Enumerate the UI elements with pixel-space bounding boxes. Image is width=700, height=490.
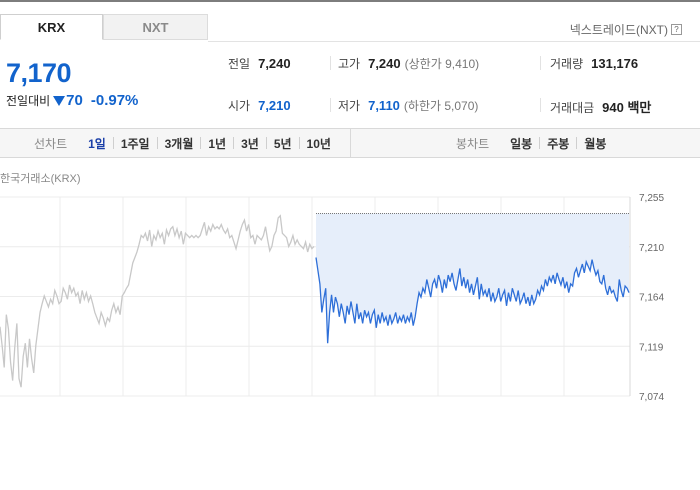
nxt-info-link[interactable]: 넥스트레이드(NXT) ? <box>570 21 682 38</box>
tab-divider-line <box>208 41 700 42</box>
line-chart-title: 선차트 <box>34 136 68 151</box>
stat-label: 거래량 <box>550 57 584 71</box>
stat-sub: (하한가 5,070) <box>403 99 479 113</box>
period-1d[interactable]: 1일 <box>81 135 113 152</box>
candle-monthly[interactable]: 월봉 <box>577 135 613 152</box>
candle-daily[interactable]: 일봉 <box>503 135 539 152</box>
stat-value: 7,240 <box>368 56 401 71</box>
data-source-label: 한국거래소(KRX) <box>0 173 81 185</box>
stat-volume: 거래량 131,176 <box>550 55 638 72</box>
stat-value: 7,110 <box>368 98 400 113</box>
tab-nxt[interactable]: NXT <box>103 14 208 40</box>
y-tick-label: 7,210 <box>639 243 664 254</box>
stat-label: 전일 <box>228 57 251 71</box>
stat-label: 고가 <box>338 57 361 71</box>
current-price: 7,170 <box>6 58 72 88</box>
price-change: 전일대비 70 -0.97% <box>6 92 138 109</box>
period-10y[interactable]: 10년 <box>300 135 338 152</box>
y-tick-label: 7,255 <box>639 193 664 204</box>
y-tick-label: 7,164 <box>639 293 664 304</box>
stat-value: 940 백만 <box>602 100 652 115</box>
period-1w[interactable]: 1주일 <box>114 135 157 152</box>
top-border <box>0 0 700 2</box>
change-label: 전일대비 <box>6 94 51 108</box>
candle-chart-periods: 봉차트 일봉 주봉 월봉 <box>456 129 613 157</box>
stat-open: 시가 7,210 <box>228 97 291 114</box>
period-3m[interactable]: 3개월 <box>158 135 201 152</box>
intraday-price-chart: 7,255 7,210 7,164 7,119 7,074 <box>0 193 664 403</box>
line-chart-periods: 선차트 1일 1주일 3개월 1년 3년 5년 10년 <box>34 129 338 157</box>
series-area-fill <box>316 213 629 344</box>
candle-weekly[interactable]: 주봉 <box>540 135 576 152</box>
period-3y[interactable]: 3년 <box>234 135 266 152</box>
stat-value: 131,176 <box>591 56 639 71</box>
stat-divider <box>540 98 541 112</box>
y-tick-label: 7,074 <box>639 392 664 403</box>
period-1y[interactable]: 1년 <box>201 135 233 152</box>
stat-divider <box>330 56 331 70</box>
stat-label: 저가 <box>338 99 361 113</box>
series-prev-session-line <box>0 214 315 388</box>
change-value: 70 <box>66 92 83 109</box>
tab-krx[interactable]: KRX <box>0 14 103 40</box>
help-icon[interactable]: ? <box>671 24 682 35</box>
stat-value: 7,240 <box>258 56 291 71</box>
change-rate: -0.97% <box>90 92 139 109</box>
stat-low: 저가 7,110 (하한가 5,070) <box>338 97 478 114</box>
period-bar: 선차트 1일 1주일 3개월 1년 3년 5년 10년 봉차트 일봉 주봉 월봉 <box>0 128 700 158</box>
stat-value: 7,210 <box>258 98 291 113</box>
candle-chart-title: 봉차트 <box>456 136 490 151</box>
period-bar-separator <box>350 129 351 157</box>
stat-sub: (상한가 9,410) <box>404 57 480 71</box>
stat-prev-close: 전일 7,240 <box>228 55 291 72</box>
stat-label: 시가 <box>228 99 251 113</box>
stat-high: 고가 7,240 (상한가 9,410) <box>338 55 479 72</box>
y-tick-label: 7,119 <box>639 342 664 353</box>
down-triangle-icon <box>53 95 66 106</box>
stat-turnover: 거래대금 940 백만 <box>550 97 651 116</box>
nxt-link-label: 넥스트레이드(NXT) <box>569 23 668 37</box>
stat-label: 거래대금 <box>550 101 595 115</box>
period-5y[interactable]: 5년 <box>267 135 299 152</box>
stat-divider <box>330 98 331 112</box>
stat-divider <box>540 56 541 70</box>
market-tabs: KRX NXT <box>0 14 208 42</box>
